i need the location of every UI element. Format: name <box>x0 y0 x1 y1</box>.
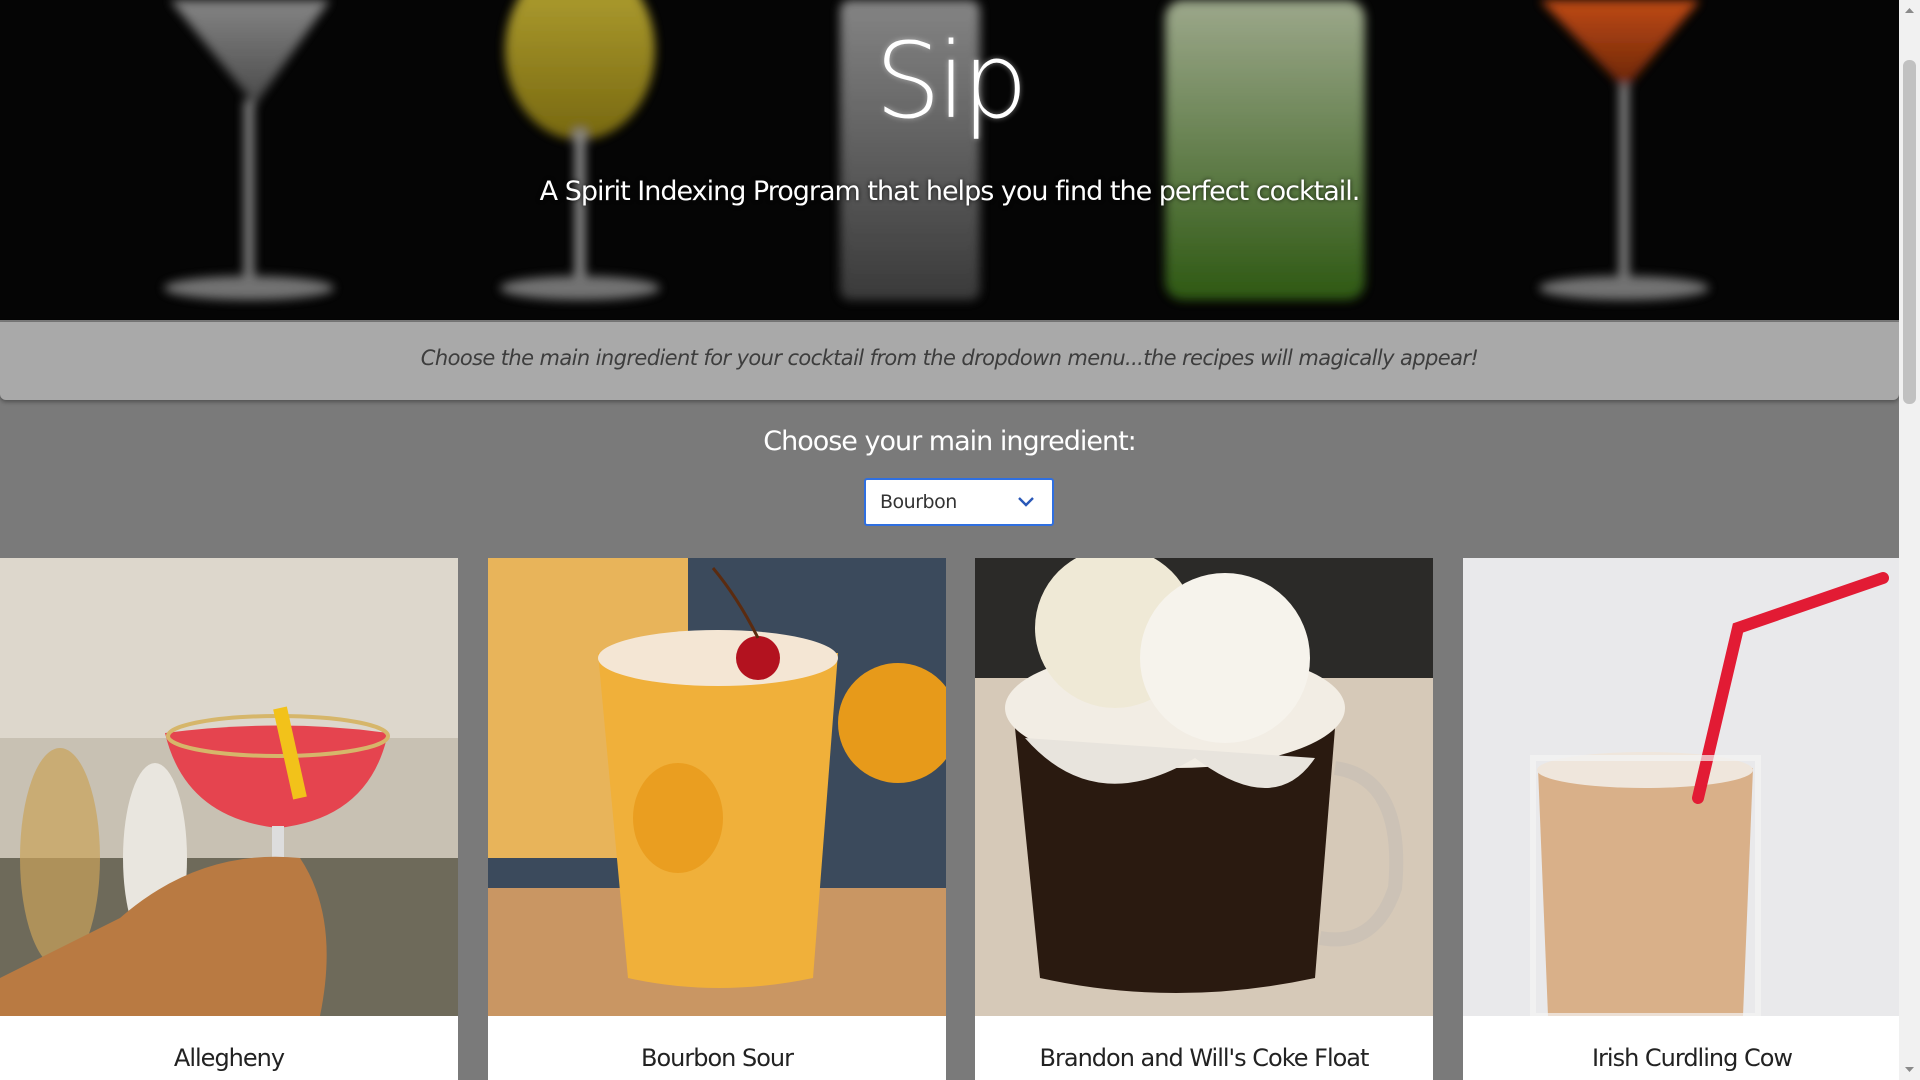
instruction-banner: Choose the main ingredient for your cock… <box>0 322 1899 400</box>
recipe-title: Brandon and Will's Coke Float <box>1039 1044 1370 1072</box>
recipe-title: Bourbon Sour <box>641 1044 794 1072</box>
app-title: Sip <box>875 20 1028 142</box>
page-scrollbar[interactable] <box>1899 0 1920 1080</box>
cocktail-photo <box>488 558 946 1016</box>
ingredient-select-value: Bourbon <box>880 491 957 513</box>
recipe-title: Allegheny <box>173 1044 285 1072</box>
cocktail-photo <box>0 558 458 1016</box>
recipe-card-allegheny[interactable]: Allegheny <box>0 558 458 1080</box>
app-subtitle: A Spirit Indexing Program that helps you… <box>539 176 1361 207</box>
chevron-down-icon <box>1018 497 1034 507</box>
instruction-text: Choose the main ingredient for your cock… <box>420 346 1479 370</box>
cocktail-photo <box>1463 558 1899 1016</box>
recipe-card-irish-curdling-cow[interactable]: Irish Curdling Cow <box>1463 558 1920 1080</box>
cocktail-photo <box>975 558 1433 1016</box>
recipe-title: Irish Curdling Cow <box>1591 1044 1793 1072</box>
ingredient-label: Choose your main ingredient: <box>763 426 1137 457</box>
scrollbar-thumb[interactable] <box>1903 60 1916 404</box>
recipe-card-coke-float[interactable]: Brandon and Will's Coke Float <box>975 558 1433 1080</box>
recipe-card-bourbon-sour[interactable]: Bourbon Sour <box>488 558 946 1080</box>
scroll-up-arrow-icon[interactable] <box>1899 0 1920 21</box>
scroll-down-arrow-icon[interactable] <box>1899 1059 1920 1080</box>
ingredient-select[interactable]: Bourbon <box>864 478 1054 526</box>
hero-banner: Sip A Spirit Indexing Program that helps… <box>0 0 1899 320</box>
